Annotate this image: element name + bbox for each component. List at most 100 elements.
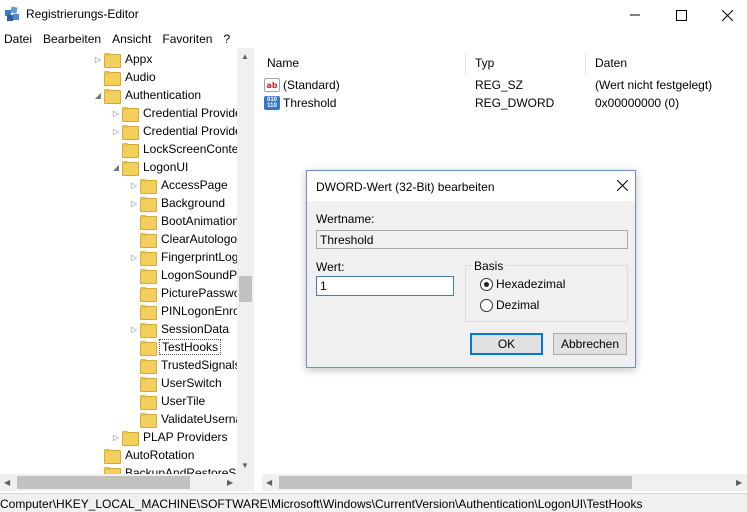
tree-node[interactable]: TrustedSignals (128, 356, 243, 374)
tree-node[interactable]: AutoRotation (92, 446, 196, 464)
tree-node[interactable]: UserSwitch (128, 374, 224, 392)
expand-arrow-icon[interactable]: ▷ (128, 248, 140, 266)
close-button[interactable] (704, 0, 747, 30)
menu-bearbeiten[interactable]: Bearbeiten (39, 32, 108, 46)
tree-node[interactable]: ▷ PLAP Providers (110, 428, 230, 446)
list-row-standard[interactable]: ab (Standard) (264, 76, 340, 94)
tree-node[interactable]: UserTile (128, 392, 207, 410)
tree-node[interactable]: BootAnimation (128, 212, 241, 230)
radio-decimal[interactable]: Dezimal (480, 298, 539, 312)
folder-icon (140, 376, 157, 392)
radio-checked-icon[interactable] (480, 277, 493, 291)
expand-arrow-icon[interactable]: ▷ (110, 122, 122, 140)
tree-node[interactable]: Audio (92, 68, 158, 86)
maximize-button[interactable] (658, 0, 704, 30)
window-title: Registrierungs-Editor (26, 7, 139, 21)
folder-icon (122, 160, 139, 176)
scroll-right-arrow-icon[interactable]: ▶ (736, 478, 742, 487)
radio-decimal-label: Dezimal (496, 298, 540, 312)
folder-icon (122, 142, 139, 158)
tree-node[interactable]: ▷ FingerprintLog (128, 248, 240, 266)
column-name[interactable]: Name (258, 52, 466, 74)
tree-node[interactable]: PINLogonEnro (128, 302, 242, 320)
tree-vertical-scroll-thumb[interactable] (239, 276, 252, 302)
tree-node[interactable]: ▷ AccessPage (128, 176, 230, 194)
cancel-button[interactable]: Abbrechen (553, 333, 627, 355)
value-data-label: Wert: (316, 260, 345, 274)
folder-icon (140, 358, 157, 374)
tree-node[interactable]: LogonSoundP (128, 266, 239, 284)
tree-node[interactable]: ▷ Credential Provide (110, 122, 244, 140)
scroll-left-arrow-icon[interactable]: ◀ (4, 478, 10, 487)
dialog-close-button[interactable] (609, 173, 635, 197)
expand-arrow-icon[interactable]: ▷ (92, 50, 104, 68)
value-name: (Standard) (283, 78, 340, 92)
folder-icon (140, 214, 157, 230)
tree-node-label: AutoRotation (125, 448, 195, 462)
collapse-arrow-icon[interactable]: ◢ (110, 158, 122, 176)
tree-node-label: SessionData (161, 322, 230, 336)
tree-node[interactable]: ◢ LogonUI (110, 158, 190, 176)
tree-node[interactable]: PicturePasswo (128, 284, 242, 302)
tree-node[interactable]: ValidateUserna (128, 410, 244, 428)
folder-icon (122, 430, 139, 446)
tree-node-label: ClearAutologo (161, 232, 238, 246)
tree-vertical-scrollbar[interactable] (237, 48, 254, 474)
list-header: Name Typ Daten (258, 52, 747, 74)
string-value-icon: ab (264, 78, 280, 92)
tree-node-label: ValidateUserna (161, 412, 243, 426)
tree-node[interactable]: TestHooks (128, 338, 222, 356)
column-data[interactable]: Daten (586, 52, 747, 74)
expand-arrow-icon[interactable]: ▷ (110, 428, 122, 446)
tree-node-label: LockScreenConter (143, 142, 243, 156)
expand-arrow-icon[interactable]: ▷ (128, 176, 140, 194)
scroll-up-arrow-icon[interactable]: ▲ (241, 52, 249, 61)
tree-node-label: Authentication (125, 88, 202, 102)
list-horizontal-scroll-thumb[interactable] (279, 476, 632, 489)
tree-node[interactable]: LockScreenConter (110, 140, 244, 158)
minimize-button[interactable] (612, 0, 658, 30)
collapse-arrow-icon[interactable]: ◢ (92, 86, 104, 104)
expand-arrow-icon[interactable]: ▷ (128, 194, 140, 212)
tree-node[interactable]: ClearAutologo (128, 230, 239, 248)
folder-icon (122, 106, 139, 122)
column-type[interactable]: Typ (466, 52, 586, 74)
scroll-right-arrow-icon[interactable]: ▶ (227, 478, 233, 487)
folder-icon (104, 448, 121, 464)
tree-node[interactable]: ▷ Appx (92, 50, 154, 68)
radio-hexadecimal-label: Hexadezimal (496, 277, 566, 291)
key-tree[interactable]: ▷ Appx Audio ◢ Authentication ▷ Credential Pro… (0, 48, 254, 492)
value-data: (Wert nicht festgelegt) (595, 78, 713, 92)
regedit-icon (5, 6, 19, 21)
ok-button[interactable]: OK (470, 333, 543, 355)
scroll-left-arrow-icon[interactable]: ◀ (266, 478, 272, 487)
folder-icon (140, 304, 157, 320)
tree-node-label: Audio (125, 70, 156, 84)
tree-node[interactable]: ◢ Authentication (92, 86, 203, 104)
menu-ansicht[interactable]: Ansicht (108, 32, 158, 46)
expand-arrow-icon[interactable]: ▷ (110, 104, 122, 122)
expand-arrow-icon[interactable]: ▷ (128, 320, 140, 338)
scroll-down-arrow-icon[interactable]: ▼ (241, 461, 249, 470)
tree-horizontal-scroll-thumb[interactable] (17, 476, 190, 489)
radio-unchecked-icon[interactable] (480, 298, 493, 312)
menu-help[interactable]: ? (219, 32, 237, 46)
value-data-input[interactable] (316, 276, 454, 296)
close-icon (616, 179, 628, 191)
list-row-threshold[interactable]: 010 110 Threshold (264, 94, 336, 112)
menu-favoriten[interactable]: Favoriten (158, 32, 219, 46)
radio-hexadecimal[interactable]: Hexadezimal (480, 277, 565, 291)
tree-node[interactable]: ▷ Credential Provide (110, 104, 244, 122)
tree-node[interactable]: ▷ Background (128, 194, 227, 212)
tree-node[interactable]: ▷ SessionData (128, 320, 231, 338)
menu-datei[interactable]: Datei (0, 32, 39, 46)
maximize-icon (675, 9, 687, 21)
